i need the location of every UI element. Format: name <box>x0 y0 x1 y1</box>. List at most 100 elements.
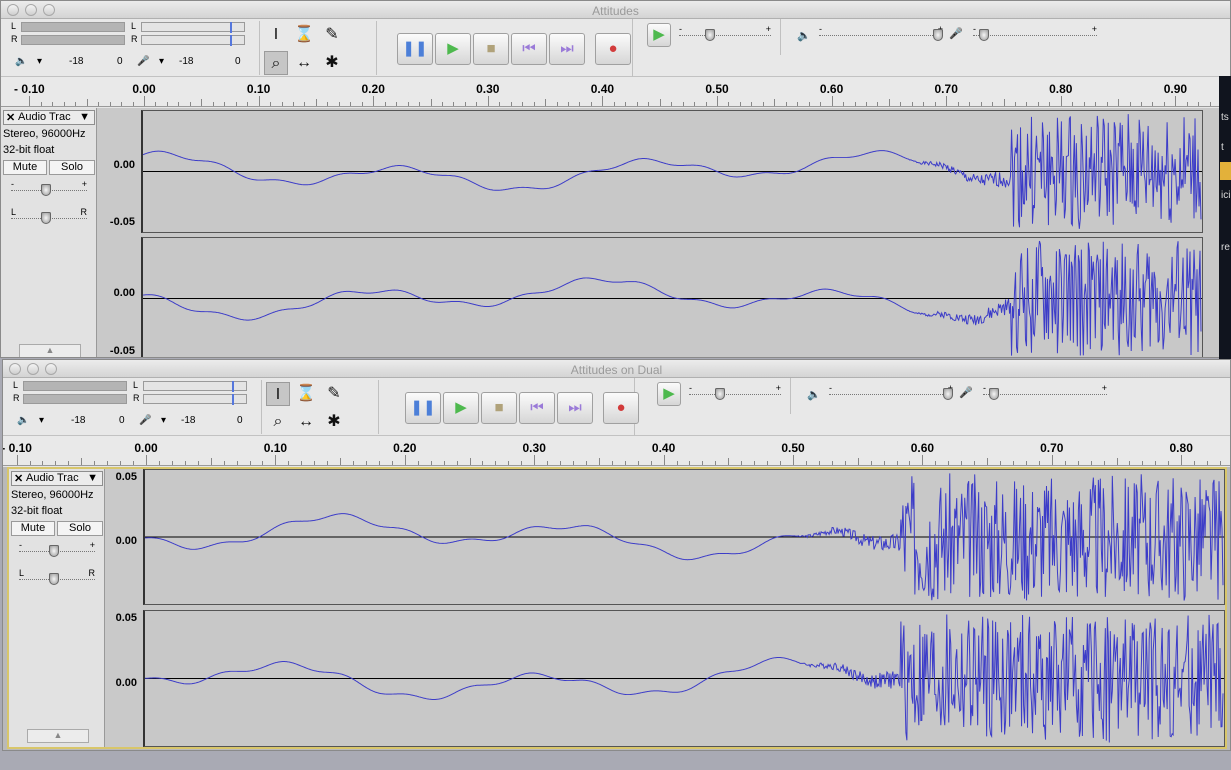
record-button[interactable]: ● <box>603 392 639 424</box>
solo-button[interactable]: Solo <box>57 521 103 536</box>
waveform-right-channel[interactable] <box>141 237 1203 357</box>
recording-volume-slider[interactable]: - + <box>973 24 1097 43</box>
pan-slider[interactable]: L R <box>19 568 95 587</box>
collapse-track-button[interactable]: ▲ <box>19 344 81 357</box>
ruler-tick-mark <box>797 102 799 106</box>
track-name-menu[interactable]: ✕ Audio Trac ▼ <box>11 471 103 486</box>
ruler-tick-mark <box>327 102 329 106</box>
mute-button[interactable]: Mute <box>11 521 55 536</box>
ruler-tick-mark <box>262 461 264 465</box>
recording-volume-slider[interactable]: - + <box>983 383 1107 402</box>
close-track-icon[interactable]: ✕ <box>6 111 15 124</box>
mute-button[interactable]: Mute <box>3 160 47 175</box>
ruler-tick-mark <box>1103 461 1105 465</box>
playback-volume-slider[interactable]: - + <box>829 383 953 402</box>
stop-icon: ■ <box>494 399 504 416</box>
solo-button[interactable]: Solo <box>49 160 95 175</box>
play-button[interactable]: ▶ <box>435 33 471 65</box>
ruler-tick-mark <box>522 102 524 106</box>
gain-slider[interactable]: - + <box>11 179 87 198</box>
timeshift-tool-icon[interactable]: ↔ <box>292 51 316 75</box>
ruler-tick-mark <box>391 461 393 465</box>
record-meter[interactable]: L R <box>129 21 245 47</box>
chevron-down-icon[interactable]: ▾ <box>159 56 164 67</box>
timeline-ruler[interactable]: - 0.10 0.00 0.10 0.20 0.30 0.40 0.50 0.60 0.70 0.… <box>1 77 1230 107</box>
speaker-icon[interactable]: 🔈 <box>15 56 27 67</box>
ruler-tick-mark <box>1209 102 1211 106</box>
ruler-tick-mark <box>353 461 355 465</box>
title-bar[interactable]: Attitudes on Dual <box>3 360 1230 378</box>
envelope-tool-icon[interactable]: ⌛ <box>294 382 318 406</box>
microphone-icon[interactable]: 🎤 <box>139 415 151 426</box>
zoom-tool-icon[interactable]: ⌕ <box>264 51 288 75</box>
ruler-label: 0.80 <box>1169 441 1193 455</box>
timeshift-tool-icon[interactable]: ↔ <box>294 410 318 434</box>
ruler-tick-mark <box>857 458 859 465</box>
ruler-tick-mark <box>547 461 549 465</box>
ruler-tick-mark <box>98 102 100 106</box>
playback-volume-slider[interactable]: - + <box>819 24 943 43</box>
draw-tool-icon[interactable]: ✎ <box>320 23 344 47</box>
meter-tick: 0 <box>117 56 123 67</box>
waveform-left-channel[interactable] <box>143 469 1225 605</box>
collapse-track-button[interactable]: ▲ <box>27 729 89 743</box>
track-name-menu[interactable]: ✕ Audio Trac ▼ <box>3 110 95 125</box>
selection-tool-icon[interactable]: I <box>266 382 290 406</box>
pan-slider[interactable]: L R <box>11 207 87 226</box>
ruler-tick-mark <box>987 458 989 465</box>
waveform-left-channel[interactable] <box>141 110 1203 233</box>
chevron-down-icon[interactable]: ▾ <box>161 415 166 426</box>
skip-end-button[interactable]: ⏭ <box>549 33 585 65</box>
play-button[interactable]: ▶ <box>443 392 479 424</box>
playback-meter[interactable]: L R <box>11 380 127 406</box>
gain-slider[interactable]: - + <box>19 540 95 559</box>
draw-tool-icon[interactable]: ✎ <box>322 382 346 406</box>
ruler-label: 0.20 <box>361 82 385 96</box>
playback-meter[interactable]: L R <box>9 21 125 47</box>
ruler-tick-mark <box>1072 102 1074 106</box>
toolbar-area: L R L R 🔈 ▾ -18 0 🎤 ▾ -18 0 I ⌛ ✎ ⌕ ↔ ✱ … <box>3 378 1230 436</box>
skip-start-button[interactable]: ⏮ <box>511 33 547 65</box>
zoom-tool-icon[interactable]: ⌕ <box>266 410 290 434</box>
record-meter[interactable]: L R <box>131 380 247 406</box>
vruler-label: -0.05 <box>109 345 135 357</box>
play-at-speed-button[interactable]: ▶ <box>657 382 681 406</box>
skip-end-button[interactable]: ⏭ <box>557 392 593 424</box>
multi-tool-icon[interactable]: ✱ <box>320 51 344 75</box>
ruler-tick-mark <box>29 461 31 465</box>
chevron-down-icon: ▼ <box>87 472 98 484</box>
record-button[interactable]: ● <box>595 33 631 65</box>
stop-button[interactable]: ■ <box>481 392 517 424</box>
waveform-right-channel[interactable] <box>143 610 1225 747</box>
chevron-down-icon[interactable]: ▾ <box>37 56 42 67</box>
selection-tool-icon[interactable]: I <box>264 23 288 47</box>
ruler-tick-mark <box>1090 461 1092 465</box>
title-bar[interactable]: Attitudes <box>1 1 1230 19</box>
vruler-label: 0.05 <box>115 612 137 624</box>
ruler-tick-mark <box>1014 102 1016 106</box>
ruler-tick-mark <box>728 102 730 106</box>
ruler-tick-mark <box>888 99 890 106</box>
speed-slider[interactable]: - + <box>679 24 771 43</box>
ruler-tick-mark <box>482 461 484 465</box>
meter-toolbar: L R L R 🔈 ▾ -18 0 🎤 ▾ -18 0 <box>7 378 253 436</box>
stop-button[interactable]: ■ <box>473 33 509 65</box>
play-at-speed-button[interactable]: ▶ <box>647 23 671 47</box>
tools-toolbar: I ⌛ ✎ ⌕ ↔ ✱ <box>259 21 377 75</box>
speed-slider[interactable]: - + <box>689 383 781 402</box>
skip-start-button[interactable]: ⏮ <box>519 392 555 424</box>
pause-button[interactable]: ❚❚ <box>397 33 433 65</box>
ruler-tick-mark <box>923 102 925 106</box>
timeline-ruler[interactable]: - 0.10 0.00 0.10 0.20 0.30 0.40 0.50 0.60 0.70 0.… <box>3 436 1230 466</box>
pause-button[interactable]: ❚❚ <box>405 392 441 424</box>
multi-tool-icon[interactable]: ✱ <box>322 410 346 434</box>
ruler-tick-mark <box>808 102 810 106</box>
meter-label-l: L <box>11 21 17 31</box>
chevron-down-icon[interactable]: ▾ <box>39 415 44 426</box>
play-icon: ▶ <box>653 26 665 43</box>
microphone-icon[interactable]: 🎤 <box>137 56 149 67</box>
meter-bar-left <box>23 381 127 391</box>
speaker-icon[interactable]: 🔈 <box>17 415 29 426</box>
close-track-icon[interactable]: ✕ <box>14 472 23 485</box>
envelope-tool-icon[interactable]: ⌛ <box>292 23 316 47</box>
